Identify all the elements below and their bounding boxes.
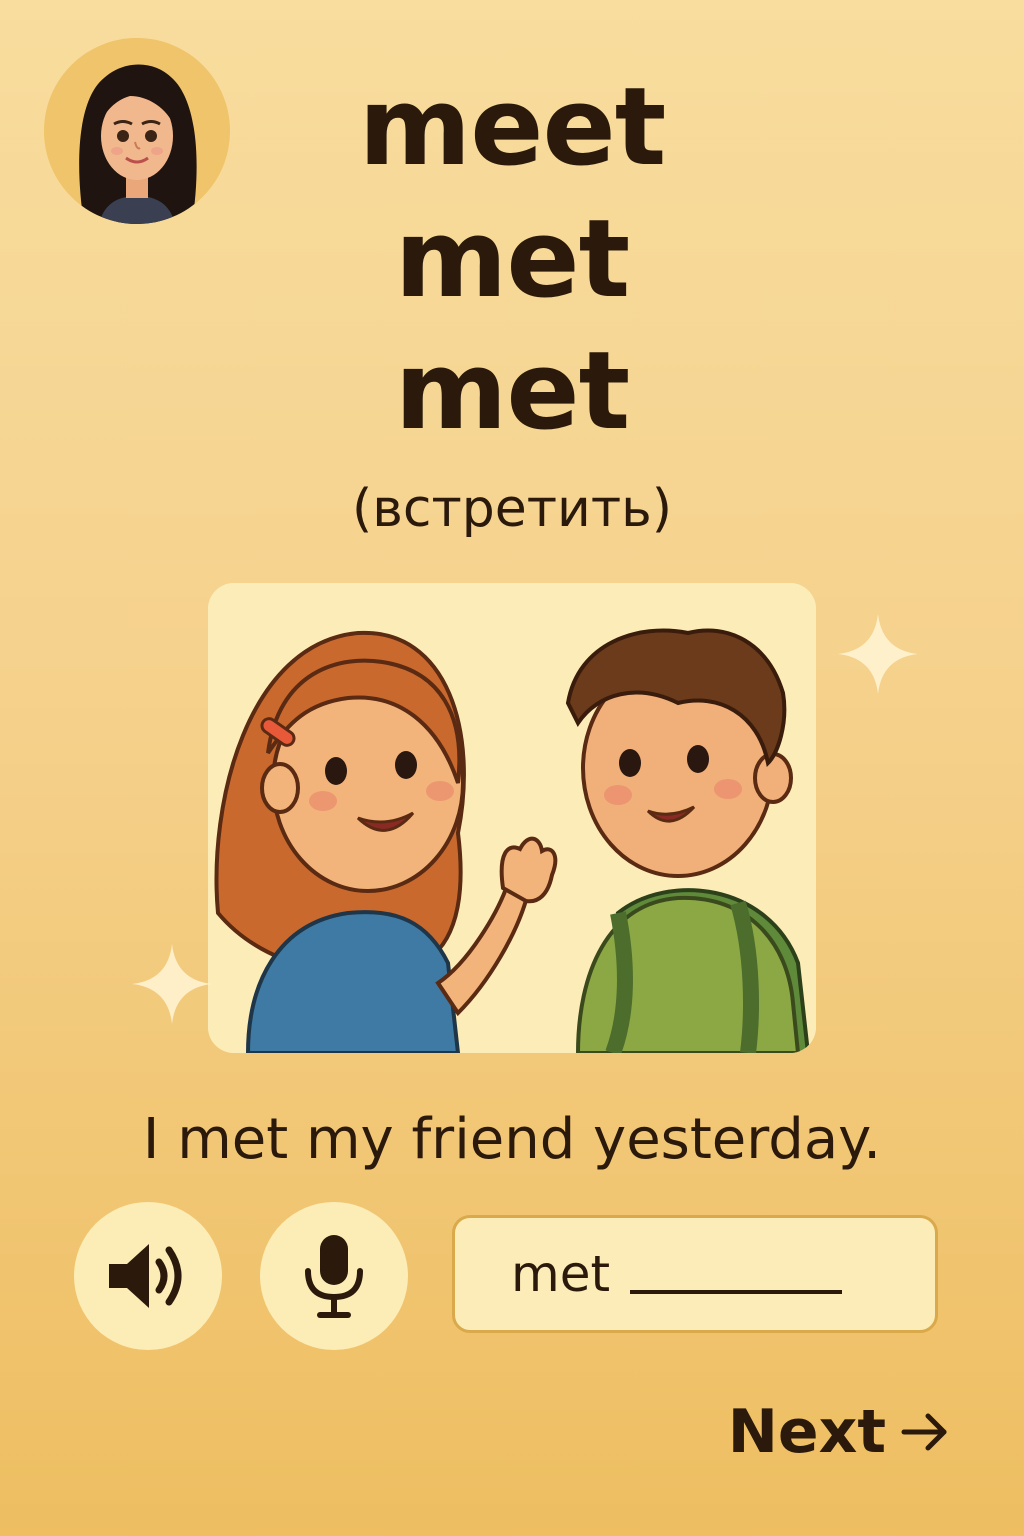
speaker-icon: [109, 1244, 182, 1308]
arrow-right-icon: [901, 1413, 947, 1451]
play-audio-button[interactable]: [74, 1202, 222, 1350]
verb-base-form: meet: [358, 65, 667, 190]
record-voice-button[interactable]: [260, 1202, 408, 1350]
microphone-icon: [305, 1235, 363, 1318]
answer-input[interactable]: met: [452, 1215, 938, 1333]
example-sentence: I met my friend yesterday.: [142, 1107, 882, 1172]
sparkle-icon: [132, 944, 212, 1024]
answer-prefix: met: [511, 1245, 611, 1303]
verb-past-participle: met: [394, 329, 630, 454]
next-label: Next: [727, 1397, 886, 1467]
verb-past-simple: met: [394, 197, 630, 322]
answer-blank[interactable]: [630, 1290, 843, 1294]
sparkle-icon: [838, 614, 918, 694]
next-button[interactable]: Next: [690, 1392, 950, 1472]
two-kids-meeting-illustration: [208, 583, 816, 1053]
translation: (встретить): [351, 479, 673, 539]
